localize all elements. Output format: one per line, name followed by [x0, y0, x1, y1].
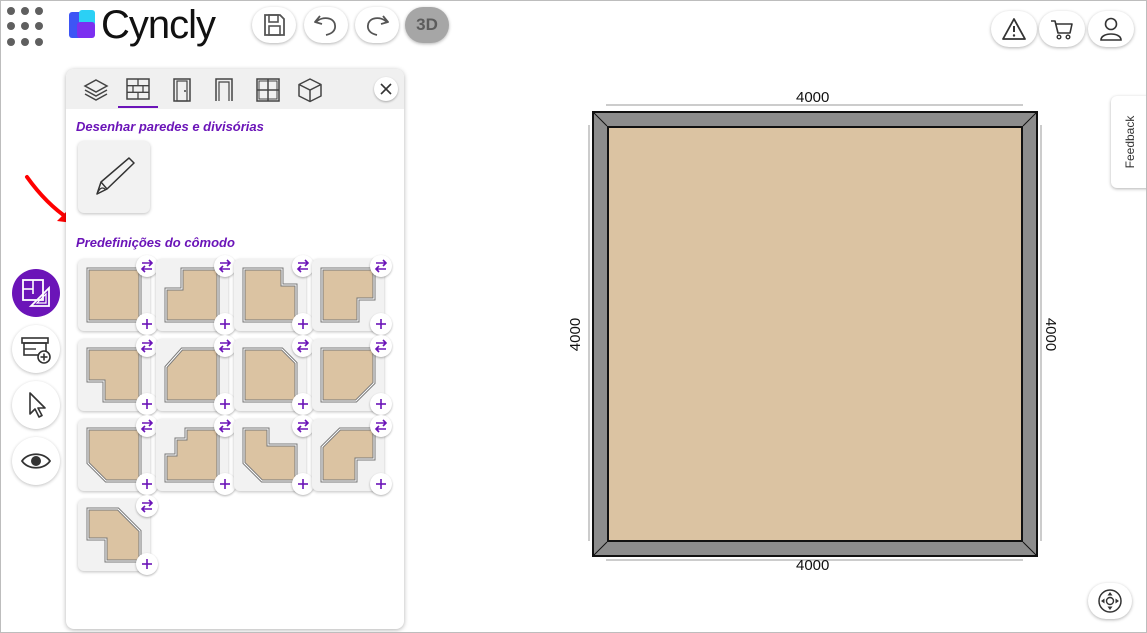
dimension-left-label: 4000 — [567, 317, 585, 352]
navigation-button[interactable] — [1088, 583, 1132, 619]
pan-navigation-icon — [1098, 589, 1122, 613]
dimension-top-label: 4000 — [796, 89, 830, 106]
dimension-right-label: 4000 — [1042, 317, 1060, 352]
app-window: Cyncly 3D Desenhar paredes e divisórias … — [0, 0, 1147, 633]
dimension-bottom-label: 4000 — [796, 557, 830, 574]
feedback-label: Feedback — [1123, 115, 1137, 169]
room-floor — [609, 128, 1021, 540]
feedback-tab[interactable]: Feedback — [1111, 96, 1146, 188]
